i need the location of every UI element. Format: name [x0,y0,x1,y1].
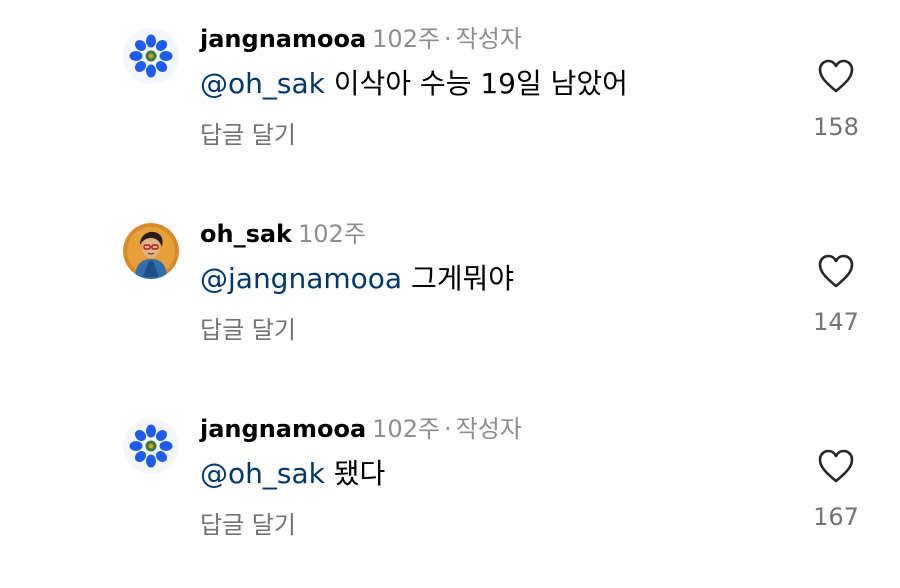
like-count: 158 [813,113,859,141]
reply-button[interactable]: 답글 달기 [200,120,296,150]
username[interactable]: jangnamooa [200,25,366,53]
comment-text: @oh_sak 이삭아 수능 19일 남았어 [200,66,628,102]
author-badge: 작성자 [455,25,522,53]
comment-text: @oh_sak 됐다 [200,456,385,492]
comment-item: jangnamooa 102주 · 작성자 @oh_sak 이삭아 수능 19일 남았… [0,18,900,198]
comment-item: jangnamooa 102주 · 작성자 @oh_sak 됐다 답글 달기 167 [0,408,900,588]
comment-header: jangnamooa 102주 · 작성자 [200,24,522,54]
comment-item: oh_sak 102주 @jangnamooa 그게뭐야 답글 달기 147 [0,213,900,393]
heart-icon[interactable] [817,253,855,289]
like-count: 167 [813,503,859,531]
heart-icon[interactable] [817,58,855,94]
like-count: 147 [813,308,859,336]
reply-button[interactable]: 답글 달기 [200,510,296,540]
mention-link[interactable]: @oh_sak [200,67,325,100]
separator: · [444,25,452,53]
comment-body: 됐다 [333,457,386,490]
mention-link[interactable]: @jangnamooa [200,262,402,295]
timestamp: 102주 [372,415,441,443]
blue-flower-icon [123,28,179,84]
author-badge: 작성자 [455,415,522,443]
reply-button[interactable]: 답글 달기 [200,315,296,345]
heart-icon[interactable] [817,448,855,484]
portrait-icon [123,223,179,279]
avatar[interactable] [123,418,179,474]
timestamp: 102주 [298,220,366,248]
separator: · [444,415,452,443]
mention-link[interactable]: @oh_sak [200,457,325,490]
username[interactable]: oh_sak [200,220,292,248]
comment-body: 이삭아 수능 19일 남았어 [333,67,628,100]
username[interactable]: jangnamooa [200,415,366,443]
blue-flower-icon [123,418,179,474]
comment-text: @jangnamooa 그게뭐야 [200,261,514,297]
avatar[interactable] [123,28,179,84]
comment-header: oh_sak 102주 [200,219,366,249]
avatar[interactable] [123,223,179,279]
comment-header: jangnamooa 102주 · 작성자 [200,414,522,444]
timestamp: 102주 [372,25,441,53]
comment-body: 그게뭐야 [410,262,515,295]
